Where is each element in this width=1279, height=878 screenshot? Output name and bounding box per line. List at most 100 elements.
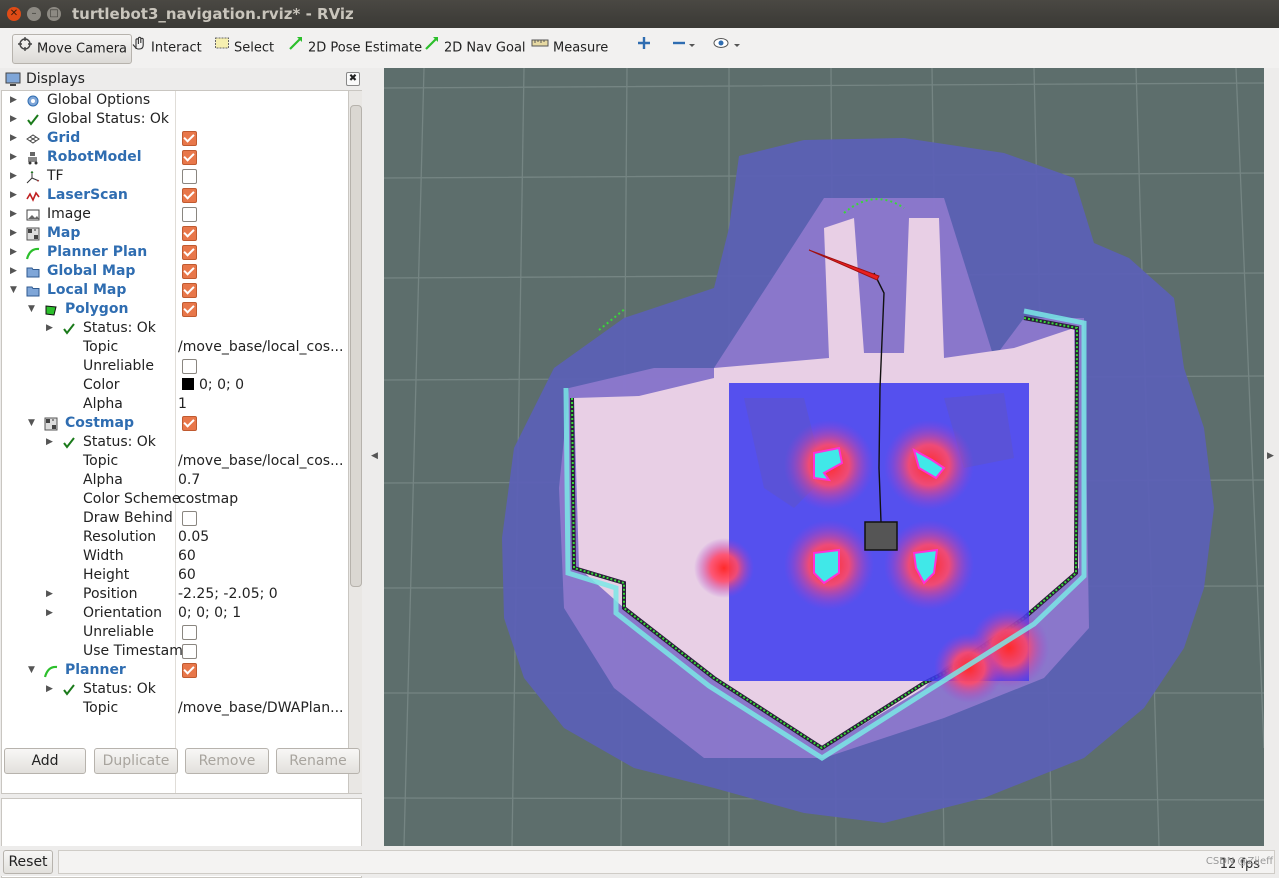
collapsed-arrow-icon[interactable]: ▶ [10, 205, 17, 224]
nav-goal-button[interactable]: 2D Nav Goal [420, 34, 530, 62]
tree-scrollbar[interactable] [348, 90, 363, 794]
tree-row[interactable]: Alpha 0.7 [2, 471, 349, 490]
tree-row-value[interactable]: 60 [178, 547, 348, 566]
enable-checkbox[interactable] [182, 283, 197, 298]
tree-row[interactable]: ▶ Global Options [2, 91, 349, 110]
tree-row[interactable]: ▶ TF [2, 167, 349, 186]
select-button[interactable]: Select [210, 34, 278, 62]
enable-checkbox[interactable] [182, 359, 197, 374]
collapsed-arrow-icon[interactable]: ▶ [46, 604, 53, 623]
expanded-arrow-icon[interactable]: ▼ [28, 414, 35, 433]
duplicate-display-button[interactable]: Duplicate [94, 748, 178, 774]
interact-button[interactable]: Interact [127, 34, 206, 62]
collapsed-arrow-icon[interactable]: ▶ [10, 129, 17, 148]
tree-row[interactable]: Color 0; 0; 0 [2, 376, 349, 395]
tree-row[interactable]: Draw Behind [2, 509, 349, 528]
tree-row[interactable]: ▶ Orientation 0; 0; 0; 1 [2, 604, 349, 623]
tree-row-value[interactable]: /move_base/local_cos... [178, 338, 348, 357]
enable-checkbox[interactable] [182, 511, 197, 526]
tree-row-value[interactable]: -2.25; -2.05; 0 [178, 585, 348, 604]
tree-row[interactable]: Color Scheme costmap [2, 490, 349, 509]
enable-checkbox[interactable] [182, 188, 197, 203]
collapsed-arrow-icon[interactable]: ▶ [10, 110, 17, 129]
tree-row[interactable]: Resolution 0.05 [2, 528, 349, 547]
tree-row[interactable]: ▶ Status: Ok [2, 319, 349, 338]
enable-checkbox[interactable] [182, 625, 197, 640]
enable-checkbox[interactable] [182, 644, 197, 659]
close-panel-icon[interactable]: ✖ [346, 72, 360, 86]
rename-display-button[interactable]: Rename [276, 748, 360, 774]
minimize-window-icon[interactable]: – [27, 7, 41, 21]
collapsed-arrow-icon[interactable]: ▶ [10, 167, 17, 186]
tree-row[interactable]: Topic/move_base/local_cos... [2, 338, 349, 357]
expanded-arrow-icon[interactable]: ▼ [28, 661, 35, 680]
panel-splitter[interactable]: ◀ [362, 68, 384, 846]
tree-row[interactable]: ▶ Map [2, 224, 349, 243]
render-viewport[interactable] [384, 68, 1264, 846]
add-display-button[interactable]: Add [4, 748, 86, 774]
tree-row[interactable]: ▼ Local Map [2, 281, 349, 300]
tree-row[interactable]: ▶ Status: Ok [2, 680, 349, 699]
enable-checkbox[interactable] [182, 207, 197, 222]
tree-row-value[interactable]: 0.05 [178, 528, 348, 547]
reset-button[interactable]: Reset [3, 850, 53, 874]
enable-checkbox[interactable] [182, 663, 197, 678]
enable-checkbox[interactable] [182, 150, 197, 165]
tree-row[interactable]: ▶ Global Status: Ok [2, 110, 349, 129]
tree-row[interactable]: Topic/move_base/DWAPlan... [2, 699, 349, 718]
tree-row-value[interactable]: costmap [178, 490, 348, 509]
enable-checkbox[interactable] [182, 226, 197, 241]
collapsed-arrow-icon[interactable]: ▶ [46, 319, 53, 338]
tree-row[interactable]: Unreliable [2, 357, 349, 376]
collapsed-arrow-icon[interactable]: ▶ [46, 680, 53, 699]
scrollbar-thumb[interactable] [350, 105, 362, 587]
tree-row-value[interactable]: 1 [178, 395, 348, 414]
tree-row[interactable]: Width 60 [2, 547, 349, 566]
remove-display-button[interactable]: Remove [185, 748, 269, 774]
tree-row[interactable]: ▼ Planner [2, 661, 349, 680]
right-splitter[interactable]: ▶ [1264, 68, 1279, 846]
add-tool-button[interactable] [632, 34, 660, 62]
tree-row[interactable]: Unreliable [2, 623, 349, 642]
tree-row[interactable]: ▶ LaserScan [2, 186, 349, 205]
tree-row-value[interactable]: 0.7 [178, 471, 348, 490]
color-swatch[interactable] [182, 378, 194, 390]
pose-estimate-button[interactable]: 2D Pose Estimate [284, 34, 426, 62]
collapsed-arrow-icon[interactable]: ▶ [10, 243, 17, 262]
map-canvas[interactable] [384, 68, 1264, 846]
tree-row[interactable]: ▶ Status: Ok [2, 433, 349, 452]
view-panels-dropdown[interactable] [708, 34, 750, 62]
move-camera-button[interactable]: Move Camera [12, 34, 133, 64]
tree-row-value[interactable]: /move_base/DWAPlan... [178, 699, 348, 718]
collapse-left-icon[interactable]: ◀ [371, 451, 378, 461]
tree-row[interactable]: Use Timestamp [2, 642, 349, 661]
tree-row[interactable]: ▼ Costmap [2, 414, 349, 433]
enable-checkbox[interactable] [182, 302, 197, 317]
tree-row[interactable]: Topic/move_base/local_cos... [2, 452, 349, 471]
tree-row[interactable]: ▶ Image [2, 205, 349, 224]
remove-tool-dropdown[interactable] [667, 34, 705, 62]
tree-row-value[interactable]: 0; 0; 0 [178, 376, 348, 395]
expanded-arrow-icon[interactable]: ▼ [10, 281, 17, 300]
displays-tree[interactable]: ▶ Global Options ▶ Global Status: Ok ▶ Grid ▶ R… [1, 90, 350, 794]
enable-checkbox[interactable] [182, 416, 197, 431]
collapsed-arrow-icon[interactable]: ▶ [10, 224, 17, 243]
tree-row[interactable]: ▶ Global Map [2, 262, 349, 281]
collapsed-arrow-icon[interactable]: ▶ [10, 186, 17, 205]
tree-row[interactable]: ▶ RobotModel [2, 148, 349, 167]
tree-row-value[interactable]: 60 [178, 566, 348, 585]
tree-row[interactable]: ▶ Grid [2, 129, 349, 148]
maximize-window-icon[interactable]: □ [47, 7, 61, 21]
collapsed-arrow-icon[interactable]: ▶ [10, 148, 17, 167]
collapse-right-icon[interactable]: ▶ [1267, 451, 1274, 461]
tree-row[interactable]: Alpha 1 [2, 395, 349, 414]
tree-row[interactable]: ▶ Position -2.25; -2.05; 0 [2, 585, 349, 604]
enable-checkbox[interactable] [182, 245, 197, 260]
collapsed-arrow-icon[interactable]: ▶ [46, 585, 53, 604]
tree-row-value[interactable]: /move_base/local_cos... [178, 452, 348, 471]
close-window-icon[interactable]: ✕ [7, 7, 21, 21]
tree-row-value[interactable]: 0; 0; 0; 1 [178, 604, 348, 623]
enable-checkbox[interactable] [182, 264, 197, 279]
collapsed-arrow-icon[interactable]: ▶ [46, 433, 53, 452]
expanded-arrow-icon[interactable]: ▼ [28, 300, 35, 319]
